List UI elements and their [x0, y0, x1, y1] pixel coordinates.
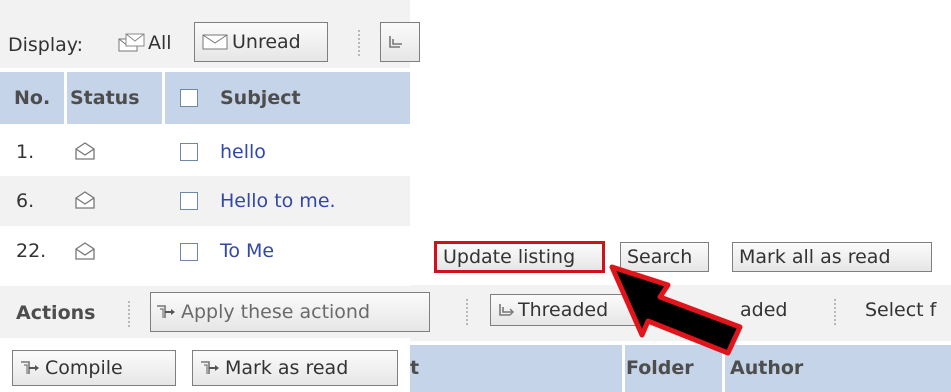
filter-all-label: All — [148, 32, 172, 54]
status-header-text: Status — [70, 87, 140, 109]
actions-label-text: Actions — [16, 302, 96, 324]
column-header-status[interactable]: Status — [70, 87, 140, 109]
compile-icon — [19, 359, 41, 377]
column-header-no[interactable]: No. — [14, 87, 50, 109]
apply-icon — [155, 303, 177, 321]
threaded-icon — [387, 34, 405, 50]
envelope-icon — [201, 32, 229, 52]
row-number: 1. — [16, 141, 35, 163]
mark-as-read-button[interactable]: Mark as read — [192, 350, 398, 386]
compile-label: Compile — [45, 356, 123, 379]
apply-actions-button[interactable]: Apply these actiond — [150, 292, 430, 332]
update-listing-label: Update listing — [443, 245, 576, 268]
column-header-subject[interactable]: Subject — [220, 87, 301, 109]
toolbar-separator — [466, 299, 468, 325]
header-divider — [64, 72, 67, 124]
compile-button[interactable]: Compile — [12, 350, 176, 386]
subject-header-text: Subject — [220, 87, 301, 109]
mark-as-read-label: Mark as read — [225, 356, 349, 379]
apply-actions-label: Apply these actiond — [181, 301, 371, 323]
row-checkbox[interactable] — [180, 192, 198, 210]
filter-all-button[interactable]: All — [118, 32, 172, 54]
select-all-checkbox[interactable] — [180, 89, 198, 107]
no-header-text: No. — [14, 87, 51, 109]
update-listing-button[interactable]: Update listing — [434, 241, 605, 273]
row-checkbox[interactable] — [180, 143, 198, 161]
envelopes-icon — [118, 33, 146, 53]
row-number: 22. — [16, 240, 47, 262]
mark-all-read-button[interactable]: Mark all as read — [732, 242, 932, 272]
table-row[interactable]: 1. hello — [0, 128, 410, 176]
mark-read-icon — [199, 359, 221, 377]
filter-unread-button[interactable]: Unread — [194, 22, 328, 62]
display-label: Display: — [8, 34, 83, 56]
red-arrow-annotation — [609, 264, 743, 356]
read-envelope-icon — [74, 191, 96, 209]
read-envelope-icon — [74, 142, 96, 160]
row-subject-link[interactable]: Hello to me. — [220, 190, 336, 212]
display-label-text: Display: — [8, 34, 84, 56]
read-envelope-icon — [74, 242, 96, 260]
toolbar-separator — [358, 30, 360, 56]
table-row[interactable]: 6. Hello to me. — [0, 176, 410, 226]
column-header-fragment: t — [410, 357, 419, 379]
row-checkbox[interactable] — [180, 243, 198, 261]
left-panel: Display: All Unread No. Status Subject 1… — [0, 0, 430, 392]
actions-label: Actions — [16, 302, 95, 324]
toolbar-separator — [128, 301, 130, 327]
row-number: 6. — [16, 190, 35, 212]
filter-unread-label: Unread — [232, 30, 301, 53]
row-subject-link[interactable]: To Me — [220, 240, 274, 262]
column-header-fragment-text: t — [410, 357, 420, 379]
header-divider — [162, 72, 165, 124]
toolbar-separator — [834, 299, 836, 325]
mark-all-read-label: Mark all as read — [739, 245, 891, 268]
table-row[interactable]: 22. To Me — [0, 226, 410, 278]
threaded-icon — [497, 302, 515, 318]
row-subject-link[interactable]: hello — [220, 141, 266, 163]
threaded-button-partial[interactable] — [380, 22, 420, 62]
select-folder-text: Select f — [865, 299, 937, 321]
table-header — [0, 72, 410, 124]
select-folder-label: Select f — [865, 299, 936, 321]
